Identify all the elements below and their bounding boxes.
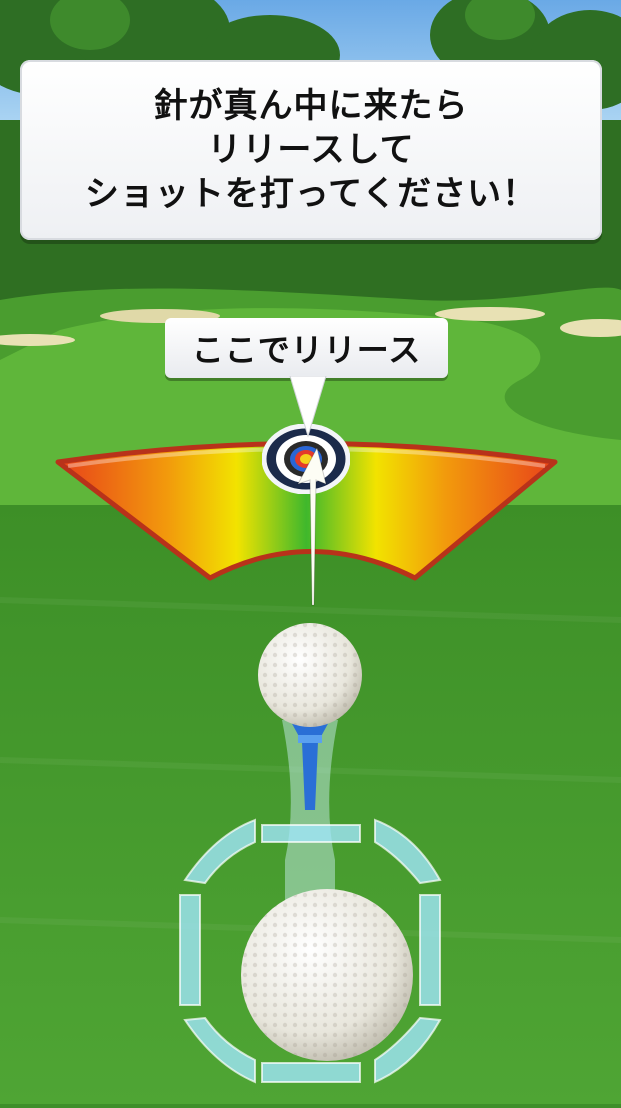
callout-pointer [289, 376, 327, 438]
instruction-panel: 針が真ん中に来たら リリースして ショットを打ってください！ [20, 60, 602, 240]
golf-scene: 針が真ん中に来たら リリースして ショットを打ってください！ ここでリリース [0, 0, 621, 1104]
release-callout: ここでリリース [165, 318, 448, 378]
instruction-line-1: 針が真ん中に来たら [153, 86, 469, 126]
release-callout-label: ここでリリース [191, 331, 422, 369]
instruction-line-3: ショットを打ってください！ [84, 174, 538, 214]
instruction-line-2: リリースして [207, 130, 415, 170]
